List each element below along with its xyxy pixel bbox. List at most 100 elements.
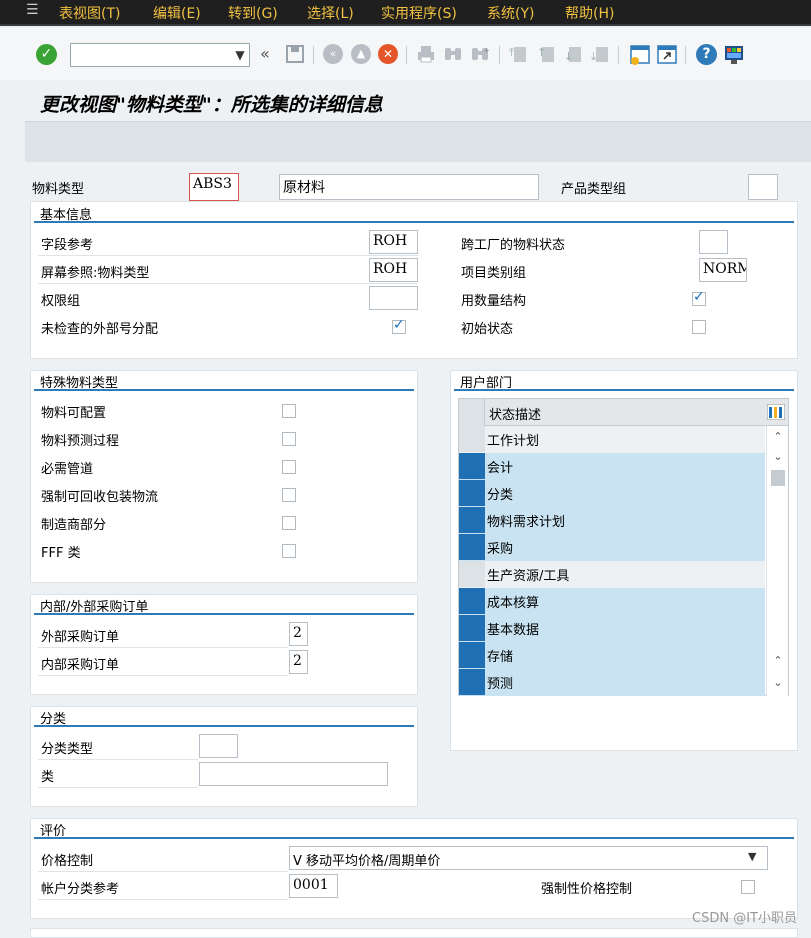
row-divider (38, 283, 418, 284)
table-row[interactable]: 预测 (459, 669, 765, 696)
menu-item-table-view[interactable]: 表视图(T) (59, 3, 120, 23)
collapse-toolbar-button[interactable]: « (260, 44, 270, 63)
menu-item-system[interactable]: 系统(Y) (487, 3, 534, 23)
material-type-description-field[interactable]: 原材料 (279, 174, 539, 200)
column-config-icon[interactable] (767, 404, 785, 420)
back-icon[interactable]: « (323, 44, 343, 64)
scroll-down-icon[interactable]: ⌄ (767, 448, 789, 466)
page-title: 更改视图"物料类型"：所选集的详细信息 (40, 94, 383, 116)
external-po-label: 外部采购订单 (41, 630, 120, 645)
scroll-page-down-icon[interactable]: ⌄ (767, 674, 789, 692)
next-page-icon[interactable]: ↓ (563, 44, 583, 64)
cancel-icon[interactable]: ✕ (378, 44, 398, 64)
row-status-description: 采购 (487, 542, 514, 557)
shortcut-icon[interactable] (656, 44, 678, 66)
quantity-structure-checkbox[interactable] (692, 289, 706, 306)
column-header-status-desc[interactable]: 状态描述 (489, 404, 541, 423)
row-divider (38, 871, 288, 872)
row-divider (38, 255, 418, 256)
menu-item-goto[interactable]: 转到(G) (228, 3, 278, 23)
enter-icon[interactable]: ✓ (36, 44, 57, 65)
table-row[interactable]: 存储 (459, 642, 765, 669)
row-selector[interactable] (459, 480, 485, 506)
table-row[interactable]: 基本数据 (459, 615, 765, 642)
row-selector[interactable] (459, 453, 485, 479)
command-field[interactable] (70, 43, 250, 67)
create-session-icon[interactable] (629, 44, 651, 66)
select-all-cell[interactable] (459, 399, 485, 426)
pipeline-mandatory-checkbox[interactable] (282, 460, 296, 474)
configurable-checkbox[interactable] (282, 404, 296, 418)
chevron-down-icon[interactable]: ▼ (748, 850, 756, 863)
fff-class-checkbox[interactable] (282, 544, 296, 558)
forecast-process-checkbox[interactable] (282, 432, 296, 446)
menu-item-edit[interactable]: 编辑(E) (153, 3, 201, 23)
table-row[interactable]: 分类 (459, 480, 765, 507)
scroll-page-up-icon[interactable]: ⌃ (767, 652, 789, 670)
scroll-up-icon[interactable]: ⌃ (767, 428, 789, 446)
scroll-thumb[interactable] (771, 470, 785, 486)
customize-layout-icon[interactable] (723, 44, 745, 66)
product-type-group-field[interactable] (748, 174, 778, 200)
class-type-field[interactable] (199, 734, 238, 758)
screen-reference-field[interactable]: ROH (369, 258, 418, 282)
row-selector[interactable] (459, 561, 485, 587)
row-selector[interactable] (459, 534, 485, 560)
group-underline (34, 725, 414, 727)
cross-plant-status-field[interactable] (699, 230, 728, 254)
user-department-table: 状态描述 工作计划 会计分类物料需求计划采购生产资源/工具 成本核算基本数据存储预测… (458, 398, 789, 696)
row-selector[interactable] (459, 588, 485, 614)
row-divider (38, 647, 288, 648)
find-icon[interactable] (443, 44, 463, 64)
group-underline (34, 613, 414, 615)
first-page-icon[interactable]: ⤒ (508, 44, 528, 64)
internal-po-field[interactable]: 2 (289, 650, 308, 674)
special-item-label: FFF 类 (41, 546, 81, 561)
forced-price-control-checkbox[interactable] (741, 880, 755, 894)
item-category-group-field[interactable]: NORM (699, 258, 747, 282)
row-status-description: 基本数据 (487, 623, 540, 638)
menu-item-utilities[interactable]: 实用程序(S) (381, 3, 457, 23)
print-icon[interactable] (416, 44, 436, 64)
save-icon[interactable] (285, 44, 305, 64)
account-category-ref-field[interactable]: 0001 (289, 874, 338, 898)
initial-status-checkbox[interactable] (692, 320, 706, 334)
screen-reference-label: 屏幕参照:物料类型 (41, 266, 150, 281)
toolbar-separator (685, 46, 686, 64)
row-selector[interactable] (459, 507, 485, 533)
svg-text:⤓: ⤓ (591, 50, 596, 63)
menu-item-selection[interactable]: 选择(L) (307, 3, 354, 23)
manufacturer-part-checkbox[interactable] (282, 516, 296, 530)
external-po-field[interactable]: 2 (289, 622, 308, 646)
table-row[interactable]: 成本核算 (459, 588, 765, 615)
row-selector[interactable] (459, 669, 485, 695)
table-row[interactable]: 工作计划 (459, 426, 765, 453)
row-selector[interactable] (459, 615, 485, 641)
find-next-icon[interactable]: + (470, 44, 490, 64)
row-status-description: 分类 (487, 488, 514, 503)
row-selector[interactable] (459, 642, 485, 668)
returnable-packaging-checkbox[interactable] (282, 488, 296, 502)
table-row[interactable]: 物料需求计划 (459, 507, 765, 534)
class-field[interactable] (199, 762, 388, 786)
table-row[interactable]: 采购 (459, 534, 765, 561)
last-page-icon[interactable]: ⤓ (590, 44, 610, 64)
authorization-group-field[interactable] (369, 286, 418, 310)
row-divider (38, 899, 288, 900)
menu-item-help[interactable]: 帮助(H) (565, 3, 614, 23)
row-status-description: 存储 (487, 650, 514, 665)
material-type-field[interactable]: ABS3 (189, 173, 239, 201)
row-selector[interactable] (459, 426, 485, 452)
field-reference-field[interactable]: ROH (369, 230, 418, 254)
unchecked-ext-number-checkbox[interactable] (392, 317, 406, 334)
exit-icon[interactable]: ▲ (351, 44, 371, 64)
help-icon[interactable]: ? (696, 44, 717, 65)
previous-page-icon[interactable]: ↑ (536, 44, 556, 64)
table-row[interactable]: 会计 (459, 453, 765, 480)
row-divider (38, 759, 198, 760)
chevron-down-icon[interactable]: ▼ (232, 45, 248, 65)
vertical-scrollbar[interactable]: ⌃ ⌄ ⌃ ⌄ (766, 426, 788, 696)
table-row[interactable]: 生产资源/工具 (459, 561, 765, 588)
system-menu-icon[interactable]: ☰ (26, 3, 42, 17)
price-control-dropdown[interactable]: V 移动平均价格/周期单价 (289, 846, 768, 870)
